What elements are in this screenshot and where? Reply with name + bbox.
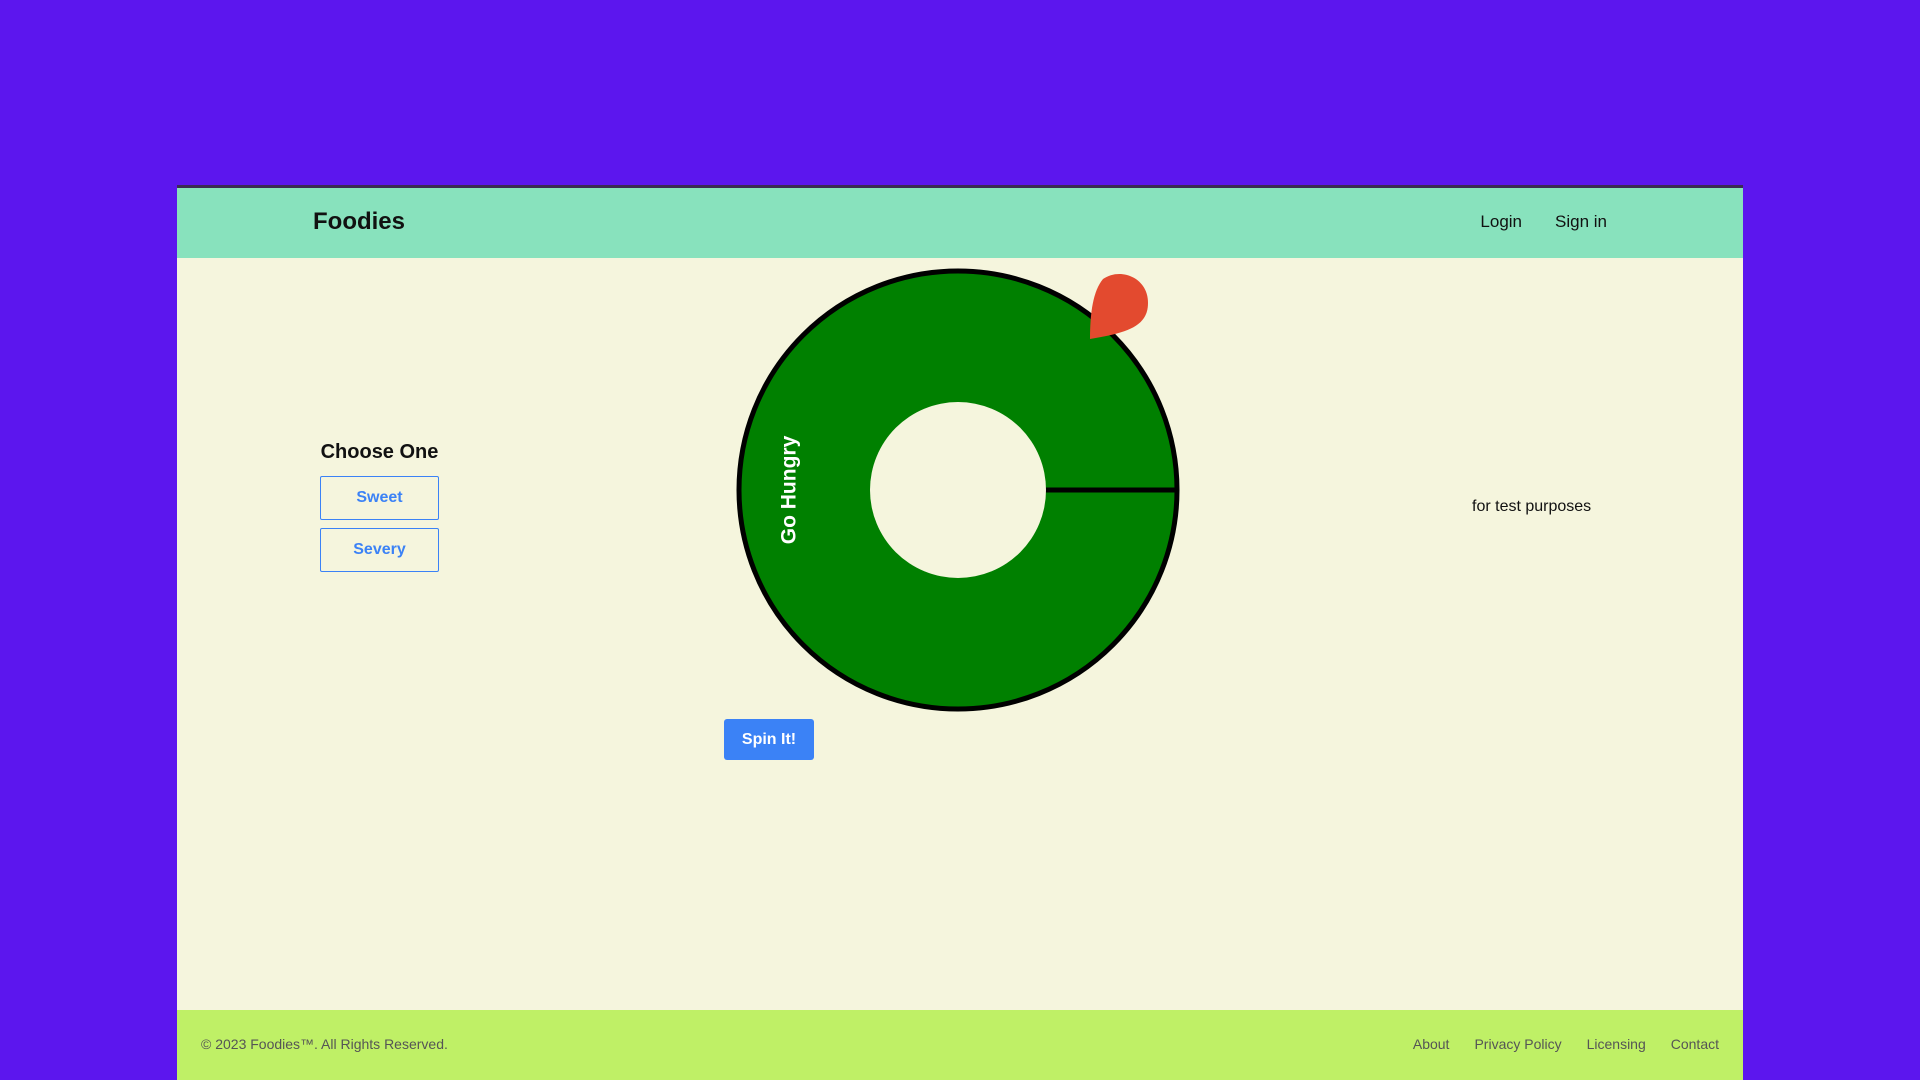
copyright-text: © 2023 Foodies™. All Rights Reserved.: [201, 1036, 448, 1052]
spin-button[interactable]: Spin It!: [724, 719, 814, 760]
wheel-center-hole: [870, 402, 1046, 578]
side-note: for test purposes: [1472, 498, 1592, 515]
footer-link-licensing[interactable]: Licensing: [1587, 1036, 1646, 1052]
footer-link-privacy-policy[interactable]: Privacy Policy: [1474, 1036, 1561, 1052]
footer-link-about[interactable]: About: [1413, 1036, 1450, 1052]
wheel-label-go-hungry: Go Hungry: [778, 435, 801, 544]
spin-wheel[interactable]: Go Hungry: [733, 265, 1183, 715]
choose-panel: Choose One Sweet Severy: [320, 441, 439, 580]
brand-logo[interactable]: Foodies: [313, 208, 405, 236]
navbar: Foodies Login Sign in: [177, 188, 1743, 258]
sweet-button[interactable]: Sweet: [320, 476, 439, 520]
footer-link-contact[interactable]: Contact: [1671, 1036, 1719, 1052]
sign-in-link[interactable]: Sign in: [1555, 212, 1607, 232]
wheel-graphic: Go Hungry: [736, 268, 1180, 712]
app-window: Foodies Login Sign in Choose One Sweet S…: [177, 185, 1743, 1080]
nav-links: Login Sign in: [1480, 212, 1607, 232]
login-link[interactable]: Login: [1480, 212, 1522, 232]
footer-links: About Privacy Policy Licensing Contact: [1413, 1036, 1719, 1052]
severy-button[interactable]: Severy: [320, 528, 439, 572]
footer: © 2023 Foodies™. All Rights Reserved. Ab…: [177, 1010, 1743, 1080]
pin-pointer-icon: [1090, 273, 1148, 339]
choose-title: Choose One: [320, 441, 439, 463]
